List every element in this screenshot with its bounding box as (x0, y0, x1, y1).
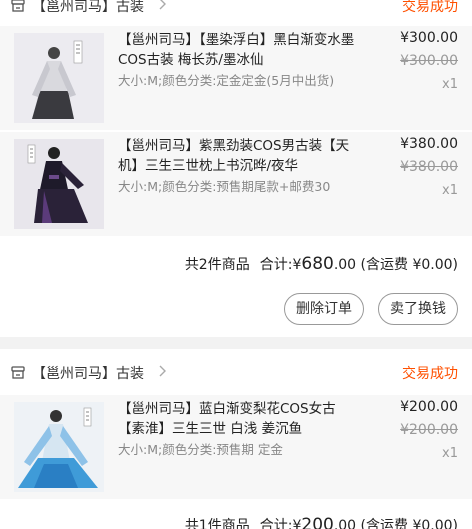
chevron-right-icon (159, 0, 166, 10)
product-price: ¥380.00 (400, 136, 458, 152)
resell-button[interactable]: 卖了换钱 (378, 293, 458, 325)
order-status: 交易成功 (402, 366, 458, 382)
product-quantity: x1 (442, 77, 458, 92)
product-title[interactable]: 【邕州司马】【墨染浮白】黑白渐变水墨COS古装 梅长苏/墨冰仙 (118, 30, 362, 70)
total-decimal: .00 (333, 257, 357, 273)
shipping-note: (含运费 ¥0.00) (360, 257, 458, 273)
product-original-price: ¥380.00 (400, 159, 458, 175)
chevron-right-icon (159, 365, 166, 377)
product-spec: 大小:M;颜色分类:预售期 定金 (118, 442, 283, 457)
shop-header[interactable]: 【邕州司马】古装 交易成功 (0, 0, 472, 26)
shop-icon (11, 366, 25, 379)
shipping-note: (含运费 ¥0.00) (360, 518, 458, 529)
total-amount: 200 (301, 515, 334, 529)
shop-header[interactable]: 【邕州司马】古装 交易成功 (0, 353, 472, 393)
product-image[interactable] (14, 402, 104, 492)
delete-order-button[interactable]: 删除订单 (284, 293, 364, 325)
order-summary: 共1件商品 合计:¥200.00 (含运费 ¥0.00) (185, 515, 458, 529)
product-original-price: ¥300.00 (400, 53, 458, 69)
product-title[interactable]: 【邕州司马】紫黑劲装COS男古装【天机】三生三世枕上书沉晔/夜华 (118, 136, 362, 176)
product-title[interactable]: 【邕州司马】蓝白渐变梨花COS女古【素淮】三生三世 白浅 姜沉鱼 (118, 399, 362, 439)
shop-name[interactable]: 【邕州司马】古装 (32, 0, 144, 16)
product-spec: 大小:M;颜色分类:预售期尾款+邮费30 (118, 179, 331, 194)
total-amount: 680 (301, 254, 334, 274)
order-card: 【邕州司马】古装 交易成功 (0, 0, 472, 337)
product-spec: 大小:M;颜色分类:定金定金(5月中出货) (118, 73, 335, 88)
item-count: 共1件商品 (184, 518, 250, 529)
product-price: ¥200.00 (400, 399, 458, 415)
product-original-price: ¥200.00 (400, 422, 458, 438)
order-item[interactable]: 【邕州司马】【墨染浮白】黑白渐变水墨COS古装 梅长苏/墨冰仙 大小:M;颜色分… (0, 26, 472, 130)
product-quantity: x1 (442, 183, 458, 198)
order-summary: 共2件商品 合计:¥680.00 (含运费 ¥0.00) (185, 254, 458, 274)
product-quantity: x1 (442, 446, 458, 461)
order-item[interactable]: 【邕州司马】紫黑劲装COS男古装【天机】三生三世枕上书沉晔/夜华 大小:M;颜色… (0, 132, 472, 236)
order-list-page: 【邕州司马】古装 交易成功 【邕州司马】【墨染浮白】黑白渐变水墨COS古装 梅长… (0, 0, 472, 529)
product-price: ¥300.00 (400, 30, 458, 46)
total-label: 合计: (259, 518, 293, 529)
total-label: 合计: (259, 257, 293, 273)
product-image[interactable] (14, 33, 104, 123)
order-card: 【邕州司马】古装 交易成功 (0, 349, 472, 529)
item-count: 共2件商品 (184, 257, 250, 273)
order-status: 交易成功 (402, 0, 458, 15)
total-decimal: .00 (333, 518, 357, 529)
shop-icon (11, 0, 25, 12)
order-item[interactable]: 【邕州司马】蓝白渐变梨花COS女古【素淮】三生三世 白浅 姜沉鱼 大小:M;颜色… (0, 395, 472, 499)
product-image[interactable] (14, 139, 104, 229)
shop-name[interactable]: 【邕州司马】古装 (32, 363, 144, 383)
